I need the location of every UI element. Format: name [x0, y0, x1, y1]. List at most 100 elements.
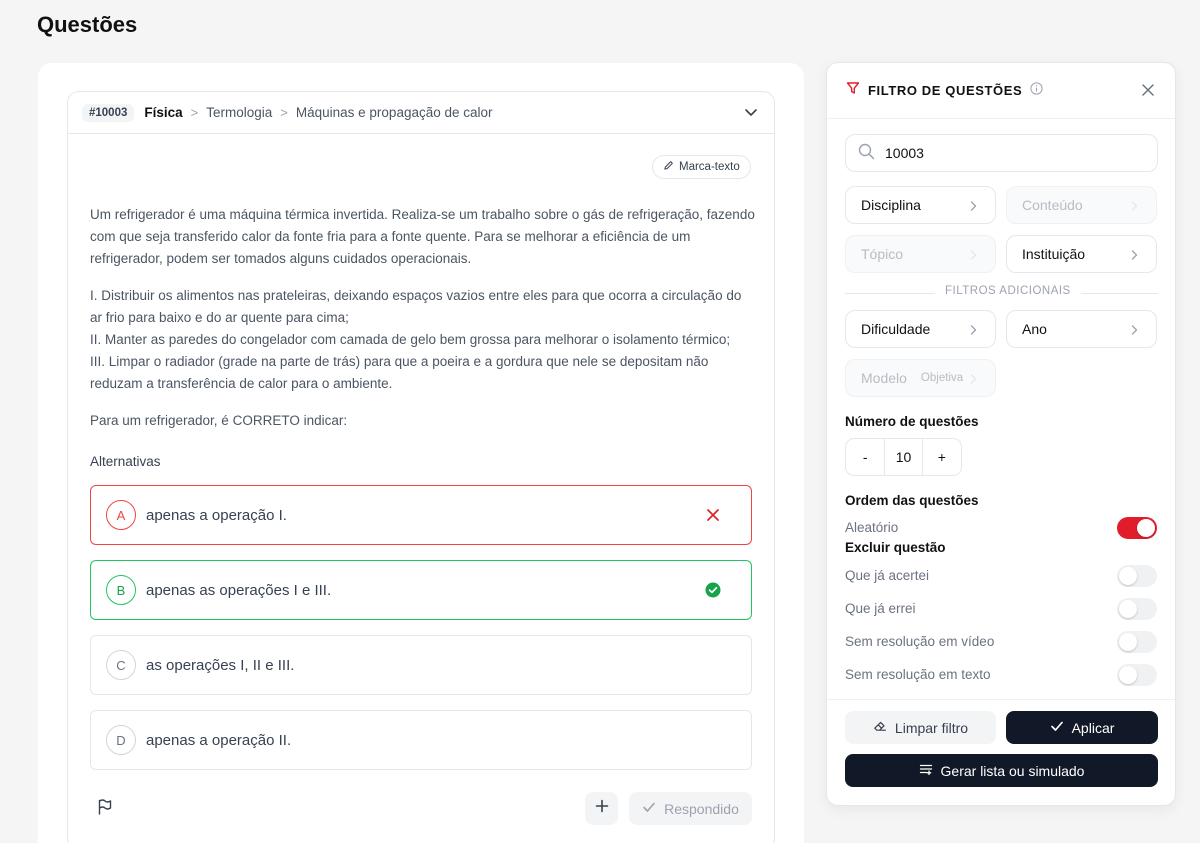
search-value: 10003	[885, 145, 924, 161]
exclude-question-label: Excluir questão	[845, 540, 946, 555]
statement-item-2: II. Manter as paredes do congelador com …	[90, 332, 731, 347]
pencil-icon	[663, 160, 674, 174]
additional-filters-label: FILTROS ADICIONAIS	[935, 285, 1081, 297]
chevron-right-icon	[1128, 199, 1140, 215]
chevron-right-icon	[1128, 323, 1140, 339]
statement-items: I. Distribuir os alimentos nas prateleir…	[90, 285, 755, 395]
breadcrumb-separator-icon: >	[280, 105, 288, 120]
info-icon[interactable]	[1030, 81, 1043, 100]
alternative-letter: D	[106, 725, 136, 755]
highlighter-button[interactable]: Marca-texto	[652, 155, 751, 179]
breadcrumb-separator-icon: >	[190, 105, 199, 120]
clear-filter-button[interactable]: Limpar filtro	[845, 711, 996, 744]
add-button[interactable]	[585, 792, 618, 825]
filter-panel: FILTRO DE QUESTÕES 10003 Disciplina Cont…	[826, 62, 1176, 806]
increment-button[interactable]: +	[923, 439, 961, 475]
flag-icon[interactable]	[96, 798, 114, 821]
model-filter-button[interactable]: Modelo Objetiva	[845, 359, 996, 397]
chevron-right-icon	[967, 323, 979, 339]
filter-header: FILTRO DE QUESTÕES	[827, 63, 1175, 119]
generate-list-button[interactable]: Gerar lista ou simulado	[845, 754, 1158, 787]
topic-label: Tópico	[861, 246, 904, 262]
alternative-text: apenas a operação I.	[146, 506, 287, 524]
alternative-text: apenas as operações I e III.	[146, 581, 332, 599]
apply-button[interactable]: Aplicar	[1006, 711, 1158, 744]
discipline-label: Disciplina	[861, 197, 921, 213]
alternative-letter: A	[106, 500, 136, 530]
alternatives-title: Alternativas	[90, 454, 161, 469]
difficulty-label: Dificuldade	[861, 321, 931, 337]
alternative-a[interactable]: A apenas a operação I.	[90, 485, 752, 545]
random-toggle[interactable]	[1117, 517, 1157, 539]
chevron-down-icon[interactable]	[744, 105, 758, 124]
question-count-label: Número de questões	[845, 414, 979, 429]
exclude-no-text-toggle[interactable]	[1117, 664, 1157, 686]
breadcrumb-discipline: Física	[144, 105, 183, 120]
generate-list-label: Gerar lista ou simulado	[940, 762, 1085, 779]
statement-item-3: III. Limpar o radiador (grade na parte d…	[90, 354, 709, 391]
year-filter-button[interactable]: Ano	[1006, 310, 1157, 348]
statement-command: Para um refrigerador, é CORRETO indicar:	[90, 413, 348, 428]
institution-filter-button[interactable]: Instituição	[1006, 235, 1157, 273]
check-circle-icon	[705, 582, 721, 603]
random-label: Aleatório	[845, 520, 899, 535]
highlighter-label: Marca-texto	[679, 161, 740, 173]
search-icon	[858, 143, 875, 163]
exclude-no-video-toggle[interactable]	[1117, 631, 1157, 653]
alternative-c[interactable]: C as operações I, II e III.	[90, 635, 752, 695]
discipline-filter-button[interactable]: Disciplina	[845, 186, 996, 224]
statement-item-1: I. Distribuir os alimentos nas prateleir…	[90, 288, 742, 325]
question-header[interactable]: #10003 Física > Termologia > Máquinas e …	[68, 92, 774, 134]
exclude-correct-toggle[interactable]	[1117, 565, 1157, 587]
topic-filter-button[interactable]: Tópico	[845, 235, 996, 273]
year-label: Ano	[1022, 321, 1047, 337]
answered-label: Respondido	[664, 800, 739, 817]
model-value: Objetiva	[920, 372, 964, 384]
answered-button[interactable]: Respondido	[629, 792, 752, 825]
content-label: Conteúdo	[1022, 197, 1083, 213]
clear-filter-label: Limpar filtro	[894, 719, 969, 736]
exclude-option-label: Sem resolução em vídeo	[845, 634, 995, 649]
footer-divider	[827, 699, 1175, 700]
filter-title: FILTRO DE QUESTÕES	[868, 83, 1023, 98]
chevron-right-icon	[967, 199, 979, 215]
check-icon	[1050, 719, 1064, 736]
question-card: #10003 Física > Termologia > Máquinas e …	[67, 91, 775, 843]
model-label: Modelo	[861, 370, 907, 386]
search-input[interactable]: 10003	[845, 134, 1158, 172]
list-icon	[919, 762, 933, 779]
close-icon[interactable]	[1141, 83, 1155, 102]
exclude-wrong-toggle[interactable]	[1117, 598, 1157, 620]
eraser-icon	[873, 719, 887, 736]
institution-label: Instituição	[1022, 246, 1086, 262]
question-order-label: Ordem das questões	[845, 493, 979, 508]
alternative-letter: B	[106, 575, 136, 605]
check-icon	[642, 800, 656, 817]
question-count-value[interactable]: 10	[884, 439, 923, 475]
page-title: Questões	[37, 12, 138, 37]
alternative-text: as operações I, II e III.	[146, 656, 295, 674]
question-statement: Um refrigerador é uma máquina térmica in…	[90, 204, 755, 447]
alternative-letter: C	[106, 650, 136, 680]
alternative-text: apenas a operação II.	[146, 731, 292, 749]
apply-label: Aplicar	[1071, 719, 1115, 736]
alternative-d[interactable]: D apenas a operação II.	[90, 710, 752, 770]
chevron-right-icon	[1128, 248, 1140, 264]
breadcrumb-content: Termologia	[206, 105, 273, 120]
plus-icon	[595, 799, 609, 818]
breadcrumb-topic: Máquinas e propagação de calor	[295, 105, 493, 120]
statement-intro: Um refrigerador é uma máquina térmica in…	[90, 207, 755, 266]
question-id-badge: #10003	[82, 103, 135, 122]
x-mark-icon	[705, 507, 721, 528]
alternative-b[interactable]: B apenas as operações I e III.	[90, 560, 752, 620]
exclude-option-label: Sem resolução em texto	[845, 667, 991, 682]
chevron-right-icon	[967, 372, 979, 388]
question-count-stepper: - 10 +	[845, 438, 962, 476]
chevron-right-icon	[967, 248, 979, 264]
filter-icon	[846, 81, 860, 100]
decrement-button[interactable]: -	[846, 439, 884, 475]
exclude-option-label: Que já errei	[845, 601, 916, 616]
difficulty-filter-button[interactable]: Dificuldade	[845, 310, 996, 348]
content-filter-button[interactable]: Conteúdo	[1006, 186, 1157, 224]
exclude-option-label: Que já acertei	[845, 568, 930, 583]
